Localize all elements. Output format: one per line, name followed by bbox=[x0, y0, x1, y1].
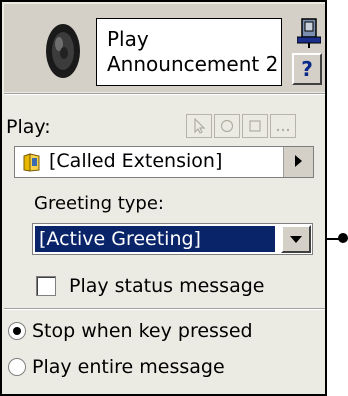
greeting-type-selected: [Active Greeting] bbox=[35, 226, 275, 252]
triangle-right-icon bbox=[295, 155, 302, 167]
radio-label: Stop when key pressed bbox=[32, 320, 253, 342]
divider bbox=[4, 308, 325, 310]
connector-handle[interactable] bbox=[338, 233, 348, 243]
stop-button[interactable] bbox=[242, 114, 268, 138]
radio-button[interactable] bbox=[8, 322, 26, 340]
chevron-down-icon bbox=[290, 236, 302, 243]
ellipsis-icon bbox=[276, 128, 290, 132]
record-button[interactable] bbox=[214, 114, 240, 138]
action-title-box[interactable]: Play Announcement 2 bbox=[96, 18, 282, 86]
submenu-arrow-button[interactable] bbox=[283, 147, 313, 177]
greeting-type-label: Greeting type: bbox=[34, 193, 164, 214]
greeting-type-dropdown[interactable]: [Active Greeting] bbox=[32, 223, 313, 255]
help-button[interactable]: ? bbox=[292, 53, 322, 85]
play-source-value: [Called Extension] bbox=[49, 150, 223, 172]
panel-header: Play Announcement 2 ? bbox=[4, 4, 325, 92]
radio-button[interactable] bbox=[8, 358, 26, 376]
radio-label: Play entire message bbox=[32, 356, 225, 378]
browse-button[interactable] bbox=[270, 114, 296, 138]
play-source-selector[interactable]: [Called Extension] bbox=[14, 146, 314, 178]
action-panel: Play Announcement 2 ? Play: [Called Exte… bbox=[0, 0, 327, 396]
play-status-checkbox[interactable] bbox=[36, 276, 56, 296]
pin-icon[interactable] bbox=[297, 18, 321, 48]
play-status-label: Play status message bbox=[69, 275, 265, 297]
divider bbox=[4, 93, 325, 95]
square-icon bbox=[249, 120, 261, 132]
circle-icon bbox=[220, 119, 234, 133]
play-label: Play: bbox=[6, 116, 51, 138]
pointer-icon bbox=[194, 118, 206, 134]
select-pointer-button[interactable] bbox=[186, 114, 212, 138]
action-title-line2: Announcement 2 bbox=[107, 52, 279, 76]
folder-icon bbox=[23, 153, 40, 172]
action-title-line1: Play bbox=[107, 27, 149, 51]
speaker-icon bbox=[46, 24, 80, 78]
dropdown-button[interactable] bbox=[281, 225, 311, 253]
